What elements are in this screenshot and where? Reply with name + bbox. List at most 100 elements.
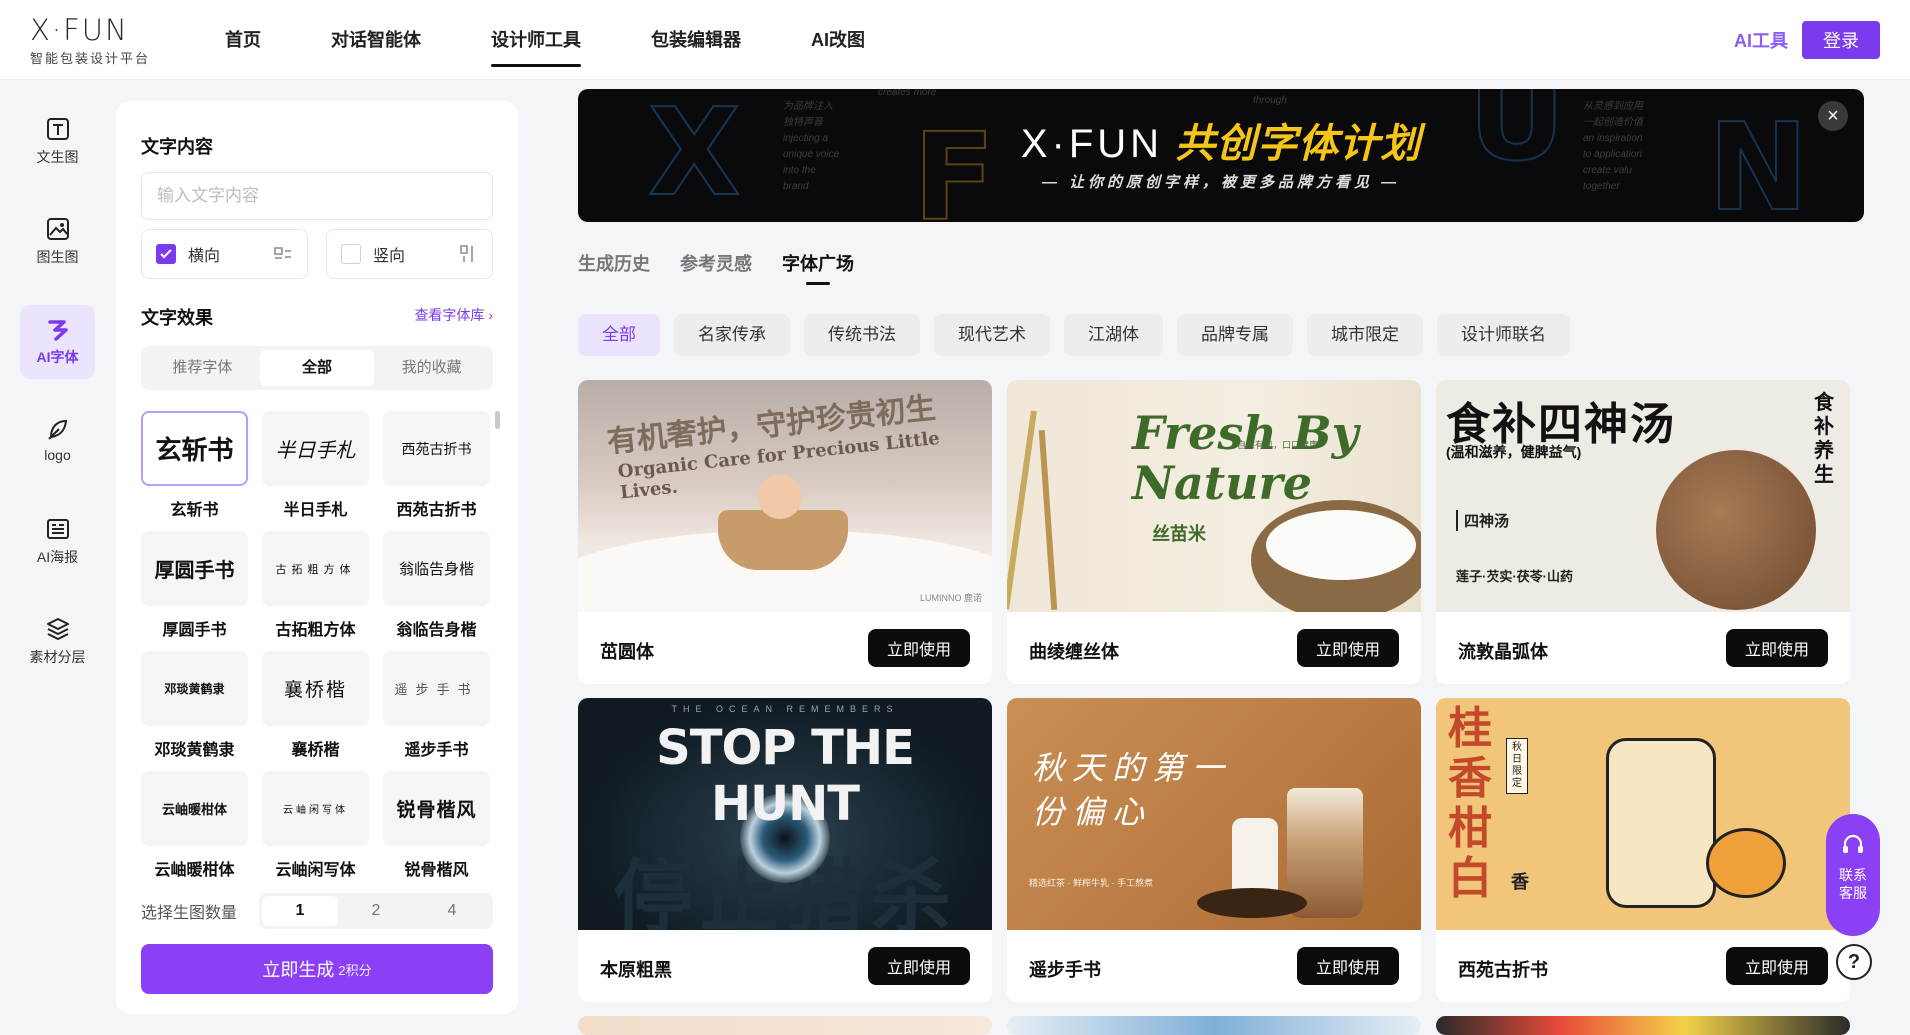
tab-all-fonts[interactable]: 全部 [259, 350, 375, 386]
tab-generation-history[interactable]: 生成历史 [578, 250, 650, 276]
rail-label: AI海报 [36, 549, 79, 565]
font-option[interactable]: 云岫闲写体 云岫闲写体 [262, 771, 369, 880]
font-option[interactable]: 半日手札 半日手札 [262, 411, 369, 520]
use-now-button[interactable]: 立即使用 [1297, 947, 1399, 985]
font-option[interactable]: 厚圆手书 厚圆手书 [141, 531, 248, 640]
chip-master-heritage[interactable]: 名家传承 [674, 314, 790, 356]
card-art-subtitle: (温和滋养，健脾益气) [1446, 444, 1582, 460]
font-card-partial[interactable] [578, 1016, 992, 1035]
chip-traditional-calligraphy[interactable]: 传统书法 [804, 314, 920, 356]
font-card[interactable]: Fresh By Nature 自然有机，口口健康 丝苗米 曲绫缠丝体 立即使用 [1007, 380, 1421, 684]
generate-button[interactable]: 立即生成 2积分 [141, 944, 493, 994]
rail-layer-split[interactable]: 素材分层 [20, 605, 95, 679]
font-card-partial[interactable] [1007, 1016, 1421, 1035]
card-font-name: 茁圆体 [600, 642, 654, 662]
font-list-scrollbar[interactable] [495, 411, 500, 429]
font-card[interactable]: 食补四神汤 (温和滋养，健脾益气) 食补养生 四神汤 莲子·芡实·茯苓·山药 流… [1436, 380, 1850, 684]
font-sample: 遥步手书 [383, 651, 490, 726]
font-name: 翁临告身楷 [396, 622, 477, 639]
font-sample: 古拓粗方体 [262, 531, 369, 606]
font-name: 襄桥楷 [291, 742, 340, 759]
font-option[interactable]: 遥步手书 遥步手书 [383, 651, 490, 760]
rail-logo[interactable]: logo [20, 405, 95, 479]
card-art-stamp: 秋日限定 [1506, 738, 1528, 794]
font-card[interactable]: 有机奢护，守护珍贵初生 Organic Care for Precious Li… [578, 380, 992, 684]
font-card[interactable]: 秋天的第一份偏心 精选红茶 · 鲜榨牛乳 · 手工熬煮 遥步手书 立即使用 [1007, 698, 1421, 1002]
use-now-button[interactable]: 立即使用 [868, 947, 970, 985]
login-button[interactable]: 登录 [1802, 21, 1880, 59]
rail-label: 文生图 [36, 149, 79, 165]
rail-ai-font[interactable]: AI字体 [20, 305, 95, 379]
brand[interactable]: X·FUN 智能包装设计平台 [30, 14, 150, 67]
use-now-button[interactable]: 立即使用 [1297, 629, 1399, 667]
generate-label: 立即生成 [262, 960, 335, 980]
font-option[interactable]: 云岫暖柑体 云岫暖柑体 [141, 771, 248, 880]
horizontal-layout-icon [274, 247, 291, 259]
help-button[interactable]: ? [1836, 944, 1872, 980]
font-card[interactable]: 桂香柑白 秋日限定 香 西苑古折书 立即使用 [1436, 698, 1850, 1002]
card-preview-image: 有机奢护，守护珍贵初生 Organic Care for Precious Li… [578, 380, 992, 612]
font-sample: 襄桥楷 [262, 651, 369, 726]
text-content-input[interactable] [141, 172, 493, 220]
vertical-checkbox[interactable] [341, 244, 361, 264]
vertical-option[interactable]: 竖向 [326, 229, 493, 279]
font-option[interactable]: 锐骨楷风 锐骨楷风 [383, 771, 490, 880]
chip-brand-exclusive[interactable]: 品牌专属 [1177, 314, 1293, 356]
font-option[interactable]: 翁临告身楷 翁临告身楷 [383, 531, 490, 640]
rail-image-to-image[interactable]: 图生图 [20, 205, 95, 279]
chip-jianghu[interactable]: 江湖体 [1064, 314, 1163, 356]
card-preview-image: 秋天的第一份偏心 精选红茶 · 鲜榨牛乳 · 手工熬煮 [1007, 698, 1421, 930]
tea-leaves-shape [1197, 888, 1307, 918]
card-art-line: 四神汤 [1456, 510, 1509, 531]
font-name: 锐骨楷风 [404, 862, 469, 879]
chip-all[interactable]: 全部 [578, 314, 660, 356]
font-option[interactable]: 襄桥楷 襄桥楷 [262, 651, 369, 760]
close-icon[interactable]: × [1818, 101, 1848, 131]
count-option-2[interactable]: 2 [338, 896, 414, 926]
nav-ai-edit[interactable]: AI改图 [776, 0, 900, 80]
nav-agent-chat[interactable]: 对话智能体 [296, 0, 456, 80]
view-font-library-link[interactable]: 查看字体库 › [414, 305, 493, 325]
use-now-button[interactable]: 立即使用 [868, 629, 970, 667]
font-option[interactable]: 西苑古折书 西苑古折书 [383, 411, 490, 520]
chip-modern-art[interactable]: 现代艺术 [934, 314, 1050, 356]
font-card[interactable]: THE OCEAN REMEMBERS 停止猎杀 STOP THE HUNT 本… [578, 698, 992, 1002]
use-now-button[interactable]: 立即使用 [1726, 629, 1828, 667]
image-icon [46, 218, 69, 240]
banner-faint-text: creates more [878, 89, 937, 98]
poster-icon [46, 519, 69, 539]
tab-my-favorites[interactable]: 我的收藏 [374, 350, 489, 386]
tab-font-plaza[interactable]: 字体广场 [782, 250, 854, 285]
count-option-4[interactable]: 4 [414, 896, 490, 926]
chip-city-limited[interactable]: 城市限定 [1307, 314, 1423, 356]
brand-tagline: 智能包装设计平台 [30, 51, 151, 66]
nav-package-editor[interactable]: 包装编辑器 [616, 0, 776, 80]
font-option[interactable]: 邓琰黄鹤隶 邓琰黄鹤隶 [141, 651, 248, 760]
font-option[interactable]: 玄斩书 玄斩书 [141, 411, 248, 520]
horizontal-checkbox[interactable] [156, 244, 176, 264]
rail-text-to-image[interactable]: 文生图 [20, 105, 95, 179]
font-card-partial[interactable] [1436, 1016, 1850, 1035]
font-cocreation-banner[interactable]: X F U N 为品牌注入 独特声音 injecting a unique voice… [578, 89, 1864, 222]
nav-home[interactable]: 首页 [190, 0, 296, 80]
contact-support-button[interactable]: 联系客服 [1826, 814, 1880, 936]
tab-reference-inspiration[interactable]: 参考灵感 [680, 250, 752, 276]
nav-designer-tools[interactable]: 设计师工具 [456, 0, 616, 80]
ai-tools-link[interactable]: AI工具 [1734, 27, 1788, 53]
rice-stalk-shape [1038, 430, 1058, 610]
banner-title: X·FUN 共创字体计划 [1020, 122, 1422, 166]
banner-subtitle: — 让你的原创字样，被更多品牌方看见 — [1041, 174, 1401, 191]
card-preview-image: 桂香柑白 秋日限定 香 [1436, 698, 1850, 930]
rail-ai-poster[interactable]: AI海报 [20, 505, 95, 579]
card-art-caption: THE OCEAN REMEMBERS [671, 704, 899, 714]
tab-recommended-fonts[interactable]: 推荐字体 [145, 350, 260, 386]
count-option-1[interactable]: 1 [262, 896, 338, 926]
card-preview-image: THE OCEAN REMEMBERS 停止猎杀 STOP THE HUNT [578, 698, 992, 930]
card-art-tagline: 自然有机，口口健康 [1237, 440, 1319, 450]
use-now-button[interactable]: 立即使用 [1726, 947, 1828, 985]
chip-designer-collab[interactable]: 设计师联名 [1437, 314, 1570, 356]
horizontal-option[interactable]: 横向 [141, 229, 308, 279]
font-option[interactable]: 古拓粗方体 古拓粗方体 [262, 531, 369, 640]
vertical-label: 竖向 [373, 248, 406, 265]
generate-cost: 2积分 [338, 962, 372, 978]
